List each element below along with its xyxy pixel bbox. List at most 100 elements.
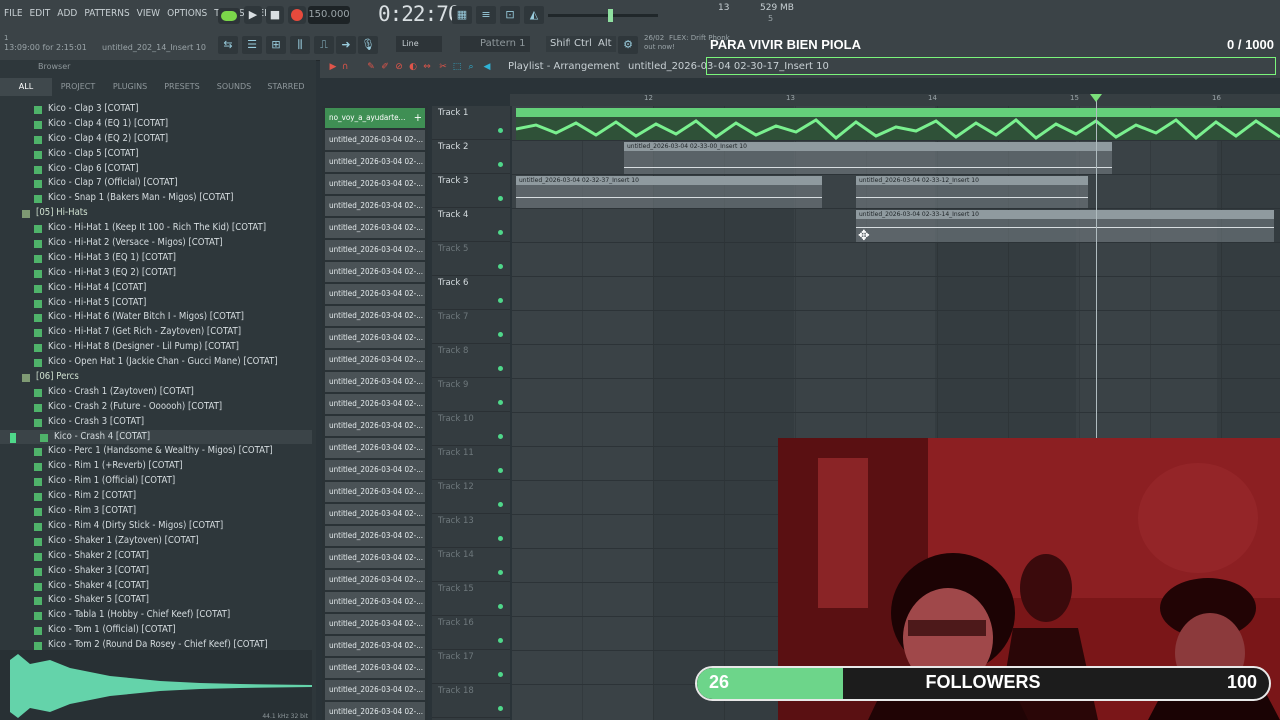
track-header[interactable]: Track 6 [432, 276, 510, 310]
menu-add[interactable]: ADD [57, 8, 77, 19]
track-mute-led[interactable] [498, 366, 503, 371]
browser-list[interactable]: Kico - Clap 3 [COTAT] Kico - Clap 4 (EQ 1… [0, 102, 312, 690]
browser-file[interactable]: Kico - Tabla 1 (Hobby - Chief Keef) [COT… [0, 608, 312, 623]
play-arrow-icon[interactable]: ▶ [328, 62, 338, 74]
pattern-item[interactable]: untitled_2026-03-04 02-... [325, 636, 425, 656]
slice-icon[interactable]: ✂ [438, 62, 448, 74]
play-button[interactable]: ▶ [244, 6, 262, 24]
track-mute-led[interactable] [498, 638, 503, 643]
pattern-item[interactable]: untitled_2026-03-04 02-... [325, 174, 425, 194]
stop-button[interactable]: ■ [266, 6, 284, 24]
pattern-item[interactable]: untitled_2026-03-04 02-... [325, 350, 425, 370]
browser-file[interactable]: Kico - Clap 5 [COTAT] [0, 147, 312, 162]
browser-file[interactable]: Kico - Rim 3 [COTAT] [0, 504, 312, 519]
piano-icon[interactable]: ▦ [452, 6, 472, 24]
pattern-item[interactable]: untitled_2026-03-04 02-... [325, 592, 425, 612]
browser-file[interactable]: Kico - Hi-Hat 2 (Versace - Migos) [COTAT… [0, 236, 312, 251]
track-mute-led[interactable] [498, 264, 503, 269]
pattern-item[interactable]: untitled_2026-03-04 02-... [325, 306, 425, 326]
browser-file[interactable]: Kico - Rim 1 (Official) [COTAT] [0, 474, 312, 489]
pattern-item[interactable]: untitled_2026-03-04 02-... [325, 130, 425, 150]
track-mute-led[interactable] [498, 570, 503, 575]
track-header[interactable]: Track 4 [432, 208, 510, 242]
track-header[interactable]: Track 12 [432, 480, 510, 514]
browser-file[interactable]: Kico - Tom 1 (Official) [COTAT] [0, 623, 312, 638]
browser-file[interactable]: Kico - Hi-Hat 7 (Get Rich - Zaytoven) [C… [0, 325, 312, 340]
clip-track4[interactable]: untitled_2026-03-04 02-33-14_Insert 10 [856, 210, 1274, 242]
speaker-icon[interactable]: ◀ [482, 62, 492, 74]
pencil-icon[interactable]: ✎ [366, 62, 376, 74]
select-icon[interactable]: ⬚ [452, 62, 462, 74]
browser-file[interactable]: Kico - Crash 4 [COTAT] [0, 429, 312, 445]
alt-key[interactable]: Alt [594, 36, 616, 52]
brush-icon[interactable]: ✐ [380, 62, 390, 74]
pattern-item[interactable]: untitled_2026-03-04 02-... [325, 328, 425, 348]
track-mute-led[interactable] [498, 332, 503, 337]
tab-project[interactable]: PROJECT [52, 78, 104, 96]
magnet-icon[interactable]: ∩ [340, 62, 350, 74]
browser-file[interactable]: Kico - Shaker 2 [COTAT] [0, 549, 312, 564]
browser-file[interactable]: Kico - Clap 3 [COTAT] [0, 102, 312, 117]
pattern-item[interactable]: untitled_2026-03-04 02-... [325, 548, 425, 568]
loop-icon[interactable]: ⇆ [218, 36, 238, 54]
track-mute-led[interactable] [498, 502, 503, 507]
track-header[interactable]: Track 9 [432, 378, 510, 412]
pattern-item[interactable]: untitled_2026-03-04 02-... [325, 702, 425, 720]
timeline-ruler[interactable]: 12 13 14 15 16 [510, 94, 1280, 106]
tab-sounds[interactable]: SOUNDS [208, 78, 260, 96]
tab-all[interactable]: ALL [0, 78, 52, 96]
ctrl-key[interactable]: Ctrl [570, 36, 596, 52]
mixer-icon[interactable]: ⫼ [290, 36, 310, 54]
tempo-display[interactable]: 150.000 [308, 6, 350, 24]
delete-icon[interactable]: ⊘ [394, 62, 404, 74]
playhead-marker[interactable] [1090, 94, 1102, 102]
browser-file[interactable]: Kico - Shaker 1 (Zaytoven) [COTAT] [0, 534, 312, 549]
pattern-item[interactable]: untitled_2026-03-04 02-... [325, 438, 425, 458]
pattern-item[interactable]: untitled_2026-03-04 02-... [325, 262, 425, 282]
midi-icon[interactable]: ⊡ [500, 6, 520, 24]
pattern-item[interactable]: untitled_2026-03-04 02-... [325, 196, 425, 216]
track-mute-led[interactable] [498, 128, 503, 133]
menu-view[interactable]: VIEW [137, 8, 160, 19]
pattern-item[interactable]: untitled_2026-03-04 02-... [325, 284, 425, 304]
track-mute-led[interactable] [498, 162, 503, 167]
record-button[interactable] [288, 6, 306, 24]
browser-file[interactable]: Kico - Hi-Hat 8 (Designer - Lil Pump) [C… [0, 340, 312, 355]
track-mute-led[interactable] [498, 434, 503, 439]
menu-patterns[interactable]: PATTERNS [84, 8, 129, 19]
pattern-select[interactable]: Pattern 1 [460, 36, 530, 52]
track-header[interactable]: Track 13 [432, 514, 510, 548]
track-header[interactable]: Track 5 [432, 242, 510, 276]
tab-starred[interactable]: STARRED [260, 78, 312, 96]
audio-clip-track1[interactable]: no_voy_a_ayudarte_150bpm_KLICKAUD [516, 108, 1280, 141]
pattern-item[interactable]: untitled_2026-03-04 02-... [325, 482, 425, 502]
browser-file[interactable]: Kico - Clap 4 (EQ 1) [COTAT] [0, 117, 312, 132]
browser-folder[interactable]: [06] Percs [0, 370, 312, 385]
pattern-item[interactable]: untitled_2026-03-04 02-... [325, 240, 425, 260]
track-header[interactable]: Track 11 [432, 446, 510, 480]
browser-file[interactable]: Kico - Shaker 3 [COTAT] [0, 564, 312, 579]
browser-file[interactable]: Kico - Hi-Hat 3 (EQ 1) [COTAT] [0, 251, 312, 266]
track-header[interactable]: Track 7 [432, 310, 510, 344]
pattern-item[interactable]: untitled_2026-03-04 02-... [325, 680, 425, 700]
browser-file[interactable]: Kico - Hi-Hat 1 (Keep It 100 - Rich The … [0, 221, 312, 236]
track-header[interactable]: Track 17 [432, 650, 510, 684]
pattern-item[interactable]: untitled_2026-03-04 02-... [325, 416, 425, 436]
pattern-item[interactable]: no_voy_a_ayudarte... + [325, 108, 425, 128]
track-header[interactable]: Track 2 [432, 140, 510, 174]
playhead[interactable] [1096, 94, 1097, 438]
browser-file[interactable]: Kico - Hi-Hat 6 (Water Bitch I - Migos) … [0, 310, 312, 325]
zoom-icon[interactable]: ⌕ [466, 62, 476, 74]
pattern-item[interactable]: untitled_2026-03-04 02-... [325, 152, 425, 172]
track-header[interactable]: Track 10 [432, 412, 510, 446]
browser-file[interactable]: Kico - Clap 6 [COTAT] [0, 162, 312, 177]
browser-file[interactable]: Kico - Rim 4 (Dirty Stick - Migos) [COTA… [0, 519, 312, 534]
track-mute-led[interactable] [498, 400, 503, 405]
browser-file[interactable]: Kico - Shaker 5 [COTAT] [0, 593, 312, 608]
track-mute-led[interactable] [498, 298, 503, 303]
track-mute-led[interactable] [498, 604, 503, 609]
browser-file[interactable]: Kico - Crash 2 (Future - Oooooh) [COTAT] [0, 400, 312, 415]
browser-file[interactable]: Kico - Clap 4 (EQ 2) [COTAT] [0, 132, 312, 147]
track-header[interactable]: Track 18 [432, 684, 510, 718]
pattern-item[interactable]: untitled_2026-03-04 02-... [325, 504, 425, 524]
